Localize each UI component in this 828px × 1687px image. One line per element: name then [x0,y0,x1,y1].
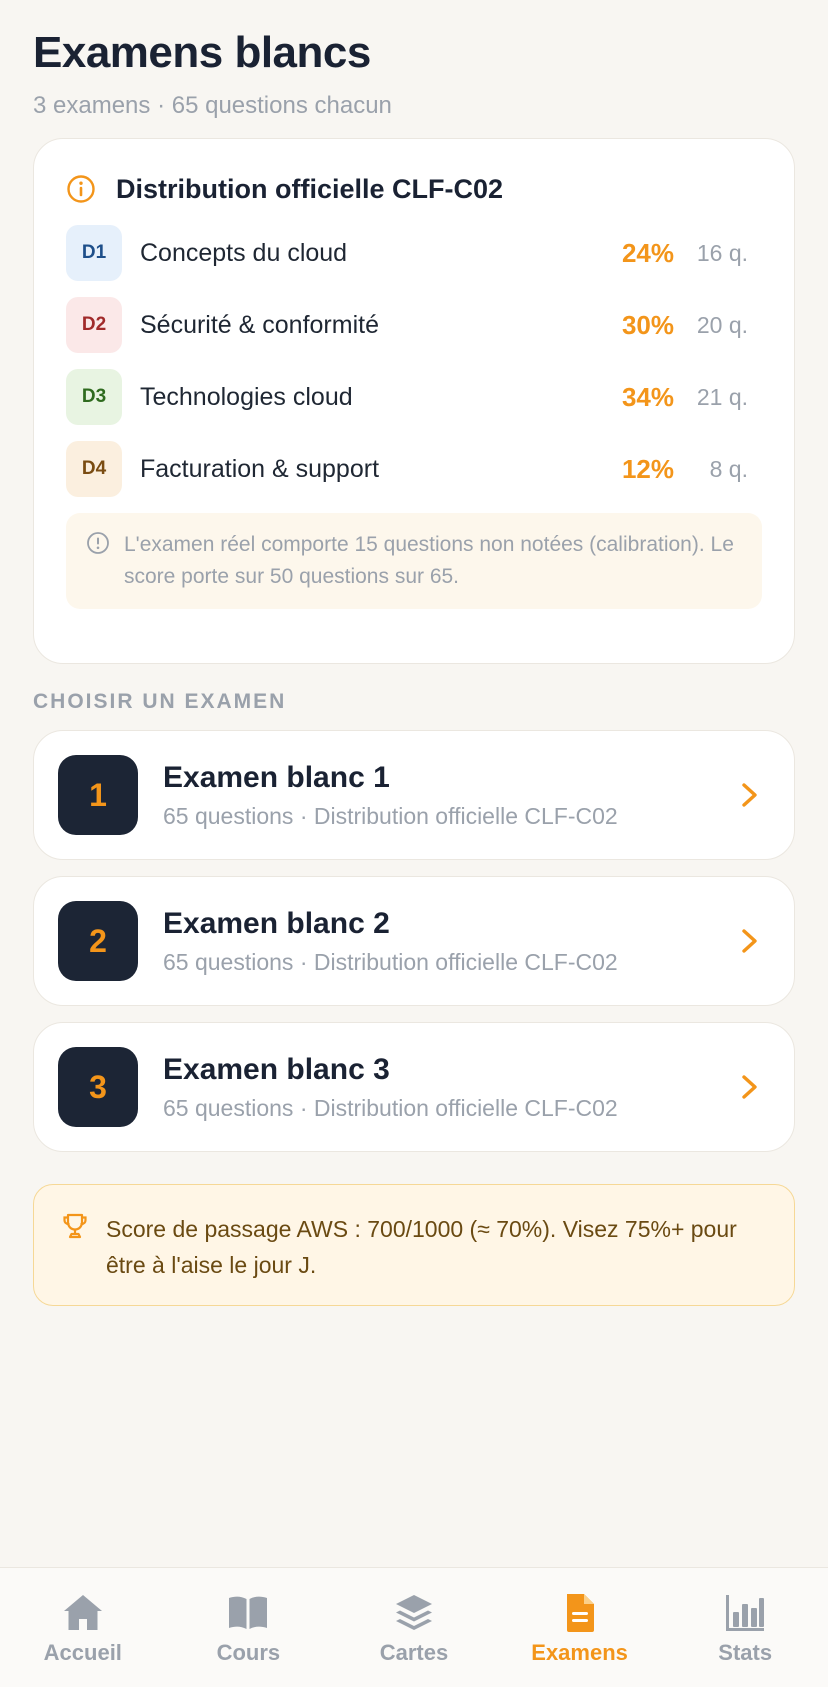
distribution-card: Distribution officielle CLF-C02 D1 Conce… [33,138,795,664]
domain-row: D2 Sécurité & conformité 30% 20 q. [66,297,762,353]
chevron-right-icon [742,783,757,807]
alert-circle-icon [87,532,109,554]
chevron-right-icon [742,1075,757,1099]
info-icon [67,175,95,203]
domain-percent: 12% [621,453,674,484]
tab-label: Stats [718,1640,773,1665]
exam-text: Examen blanc 2 65 questions · Distributi… [163,907,738,976]
domain-badge: D2 [66,297,122,353]
tab-stats[interactable]: Stats [670,1592,820,1666]
exam-text: Examen blanc 1 65 questions · Distributi… [163,761,738,830]
domain-question-count: 8 q. [709,455,748,482]
exam-number-badge: 3 [58,1047,138,1127]
domain-question-count: 20 q. [696,311,748,338]
exams-screen: Examens blancs 3 examens · 65 questions … [0,0,828,1306]
tab-label: Examens [531,1640,628,1665]
exam-title: Examen blanc 2 [163,906,390,940]
tab-cours[interactable]: Cours [173,1592,323,1666]
document-icon [566,1594,594,1632]
pass-score-banner: Score de passage AWS : 700/1000 (≈ 70%).… [33,1184,795,1306]
exam-card-1[interactable]: 1 Examen blanc 1 65 questions · Distribu… [33,730,795,860]
tab-cartes[interactable]: Cartes [339,1592,489,1666]
domain-badge: D1 [66,225,122,281]
exam-title: Examen blanc 1 [163,760,390,794]
trophy-icon [63,1213,87,1239]
domain-percent: 30% [621,309,674,340]
distribution-title: Distribution officielle CLF-C02 [116,173,504,204]
exam-list: 1 Examen blanc 1 65 questions · Distribu… [33,730,795,1152]
exam-card-2[interactable]: 2 Examen blanc 2 65 questions · Distribu… [33,876,795,1006]
bottom-tab-bar: Accueil Cours Cartes Examens Stats [0,1567,828,1687]
tab-label: Accueil [43,1640,122,1665]
section-title: CHOISIR UN EXAMEN [33,690,287,713]
book-icon [229,1596,268,1629]
home-icon [63,1595,102,1630]
domain-badge: D4 [66,441,122,497]
domain-percent: 24% [621,237,674,268]
domain-percent: 34% [621,381,674,412]
exam-subtitle: 65 questions · Distribution officielle C… [163,948,618,975]
exam-card-3[interactable]: 3 Examen blanc 3 65 questions · Distribu… [33,1022,795,1152]
domain-label: Facturation & support [140,454,380,483]
tab-label: Cours [216,1640,281,1665]
exam-subtitle: 65 questions · Distribution officielle C… [163,1094,618,1121]
exam-subtitle: 65 questions · Distribution officielle C… [163,802,618,829]
domain-row: D1 Concepts du cloud 24% 16 q. [66,225,762,281]
domain-label: Sécurité & conformité [140,310,379,339]
calibration-note: L'examen réel comporte 15 questions non … [66,513,762,609]
page-title: Examens blancs [33,28,371,77]
domain-badge: D3 [66,369,122,425]
domain-row: D3 Technologies cloud 34% 21 q. [66,369,762,425]
domain-question-count: 16 q. [696,239,748,266]
chevron-right-icon [742,929,757,953]
exam-number-badge: 2 [58,901,138,981]
domain-question-count: 21 q. [696,383,748,410]
exam-number-badge: 1 [58,755,138,835]
domain-row: D4 Facturation & support 12% 8 q. [66,441,762,497]
distribution-header: Distribution officielle CLF-C02 [66,171,762,207]
exam-title: Examen blanc 3 [163,1052,390,1086]
layers-icon [395,1595,432,1630]
tab-accueil[interactable]: Accueil [8,1592,158,1666]
domain-label: Technologies cloud [140,382,353,411]
tab-label: Cartes [379,1640,449,1665]
tab-examens[interactable]: Examens [505,1592,655,1666]
calibration-note-text: L'examen réel comporte 15 questions non … [124,533,734,588]
domain-label: Concepts du cloud [140,238,348,267]
pass-score-text: Score de passage AWS : 700/1000 (≈ 70%).… [106,1216,737,1278]
page-subtitle: 3 examens · 65 questions chacun [33,92,392,119]
domain-list: D1 Concepts du cloud 24% 16 q. D2 Sécuri… [66,225,762,497]
exam-text: Examen blanc 3 65 questions · Distributi… [163,1053,738,1122]
bar-chart-icon [726,1595,765,1631]
